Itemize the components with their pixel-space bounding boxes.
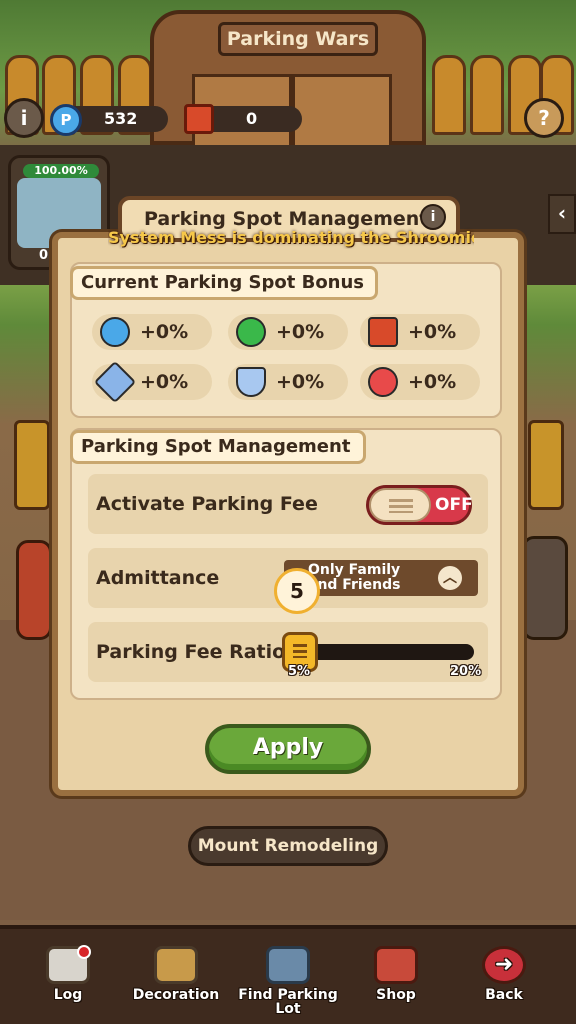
bonus-value: +0% (408, 371, 457, 393)
parking-fee-label: Activate Parking Fee (96, 493, 318, 515)
apply-button[interactable]: Apply (205, 724, 371, 774)
info-button[interactable]: i (4, 98, 44, 138)
grip-icon (389, 499, 413, 513)
grip-icon (293, 644, 307, 658)
nav-label: Log (53, 987, 83, 1003)
side-panel-toggle[interactable]: ‹ (548, 194, 576, 234)
ticket-book-icon (184, 104, 214, 134)
bonus-value: +0% (140, 371, 189, 393)
ticket-count: 0 (246, 109, 258, 128)
character-right (522, 536, 568, 640)
lamp-post (528, 420, 564, 510)
bonus-heart: +0% (360, 364, 480, 400)
admittance-value: Only Family and Friends (308, 562, 401, 593)
nav-decoration[interactable]: Decoration (124, 946, 228, 1016)
paintbrush-icon (154, 946, 198, 984)
notification-badge (77, 945, 91, 959)
bonus-clover: +0% (228, 314, 348, 350)
coin-count: 532 (104, 109, 138, 128)
slider-max-label: 20% (450, 664, 482, 679)
parking-coin-icon: P (50, 104, 82, 136)
nav-find-parking-lot[interactable]: Find Parking Lot (232, 946, 344, 1016)
system-message-ticker: System Mess is dominating the Shroomie C (108, 228, 474, 247)
map-search-icon (266, 946, 310, 984)
fee-ratio-bubble: 5 (274, 568, 320, 614)
fee-ratio-label: Parking Fee Ratio (96, 641, 286, 663)
bonus-value: +0% (140, 321, 189, 343)
bonus-value: +0% (276, 321, 325, 343)
shop-icon (374, 946, 418, 984)
admittance-label: Admittance (96, 567, 220, 589)
nav-label: Decoration (132, 987, 220, 1003)
parking-fee-row: Activate Parking Fee OFF (88, 474, 488, 534)
lamp-post (14, 420, 50, 510)
heart-icon (368, 367, 398, 397)
bonus-coin: +0% (92, 314, 212, 350)
clipboard-icon (46, 945, 91, 984)
page-title: Parking Wars (218, 22, 378, 56)
shield-icon (236, 367, 266, 397)
slider-min-label: 5% (288, 664, 311, 679)
toggle-state: OFF (435, 495, 473, 515)
nav-label: Shop (376, 987, 416, 1003)
clover-icon (236, 317, 266, 347)
nav-back[interactable]: ➜ Back (452, 946, 556, 1016)
sword-icon (93, 360, 137, 404)
guide-book-button[interactable]: ? (524, 98, 564, 138)
chevron-up-icon: ︿ (438, 566, 462, 590)
car-percent: 100.00% (23, 164, 99, 178)
nav-log[interactable]: Log (16, 945, 120, 1016)
ticket-book-icon (368, 317, 398, 347)
character-left (16, 540, 52, 640)
nav-label: Back (485, 987, 523, 1003)
nav-label: Find Parking Lot (238, 987, 338, 1017)
gate-door (292, 74, 392, 149)
fee-ratio-row: Parking Fee Ratio 5% 20% (88, 622, 488, 682)
fence-post (432, 55, 466, 135)
management-section-title: Parking Spot Management (70, 430, 366, 464)
bonus-shield: +0% (228, 364, 348, 400)
mount-remodeling-button[interactable]: Mount Remodeling (188, 826, 388, 866)
fence-post (470, 55, 504, 135)
bonus-value: +0% (408, 321, 457, 343)
back-icon: ➜ (482, 946, 526, 984)
bonus-sword: +0% (92, 360, 212, 404)
bonus-ticket: +0% (360, 314, 480, 350)
parking-fee-toggle[interactable]: OFF (366, 485, 473, 525)
bonus-section-title: Current Parking Spot Bonus (70, 266, 378, 300)
bonus-value: +0% (276, 371, 325, 393)
nav-shop[interactable]: Shop (344, 946, 448, 1016)
toggle-knob (369, 488, 431, 522)
parking-coin-icon (100, 317, 130, 347)
